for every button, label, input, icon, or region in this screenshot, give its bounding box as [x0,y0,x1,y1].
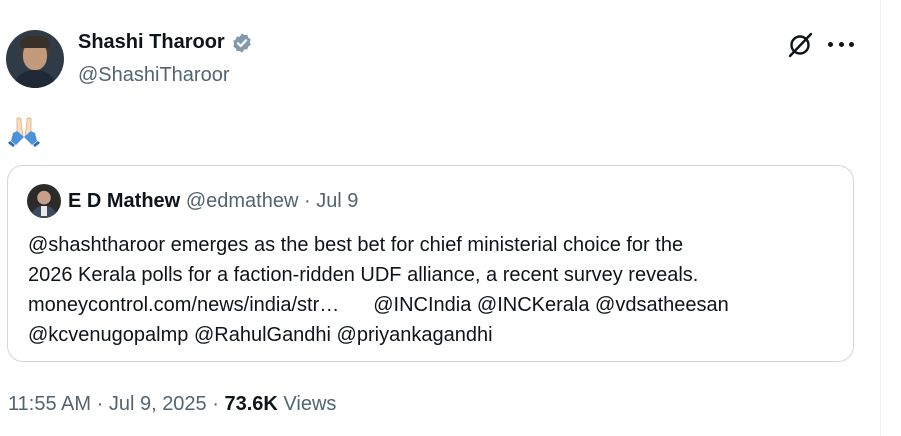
quoted-mentions[interactable]: @INCIndia @INCKerala @vdsatheesan [373,294,729,316]
separator-dot: · [303,190,311,212]
tweet-metadata: 11:55 AM · Jul 9, 2025 · 73.6K Views [8,393,336,416]
views-count[interactable]: 73.6K [224,393,277,415]
views-label: Views [283,393,337,415]
author-name-row: Shashi Tharoor [78,31,253,54]
author-avatar[interactable] [6,30,64,88]
quoted-tweet-header: E D Mathew @edmathew · Jul 9 [68,190,358,213]
divider [880,0,881,436]
separator-dot: · [212,393,219,415]
quoted-tweet-text: @shashtharoor emerges as the best bet fo… [28,230,843,350]
author-name[interactable]: Shashi Tharoor [78,31,225,54]
quoted-author-handle[interactable]: @edmathew [186,190,299,212]
tweet-time[interactable]: 11:55 AM [8,393,91,415]
separator-dot: · [96,393,104,415]
quoted-text-line: @shashtharoor emerges as the best bet fo… [28,234,684,256]
quoted-link[interactable]: moneycontrol.com/news/india/str… [28,294,339,316]
quoted-text-line[interactable]: @kcvenugopalmp @RahulGandhi @priyankagan… [28,320,843,350]
quoted-author-avatar[interactable] [27,184,61,218]
author-handle[interactable]: @ShashiTharoor [78,64,229,87]
tweet-date[interactable]: Jul 9, 2025 [109,393,207,415]
grok-icon[interactable] [786,31,814,59]
quoted-text-line: 2026 Kerala polls for a faction-ridden U… [28,264,699,286]
quoted-text-line: moneycontrol.com/news/india/str… @INCIndi… [28,290,843,320]
quoted-tweet-card[interactable]: E D Mathew @edmathew · Jul 9 @shashtharo… [7,165,854,362]
verified-badge-icon[interactable] [231,32,253,54]
folded-hands-emoji [8,117,40,147]
quoted-tweet-date[interactable]: Jul 9 [316,190,358,212]
more-options-icon[interactable] [828,33,854,55]
quoted-author-name[interactable]: E D Mathew [68,190,180,212]
